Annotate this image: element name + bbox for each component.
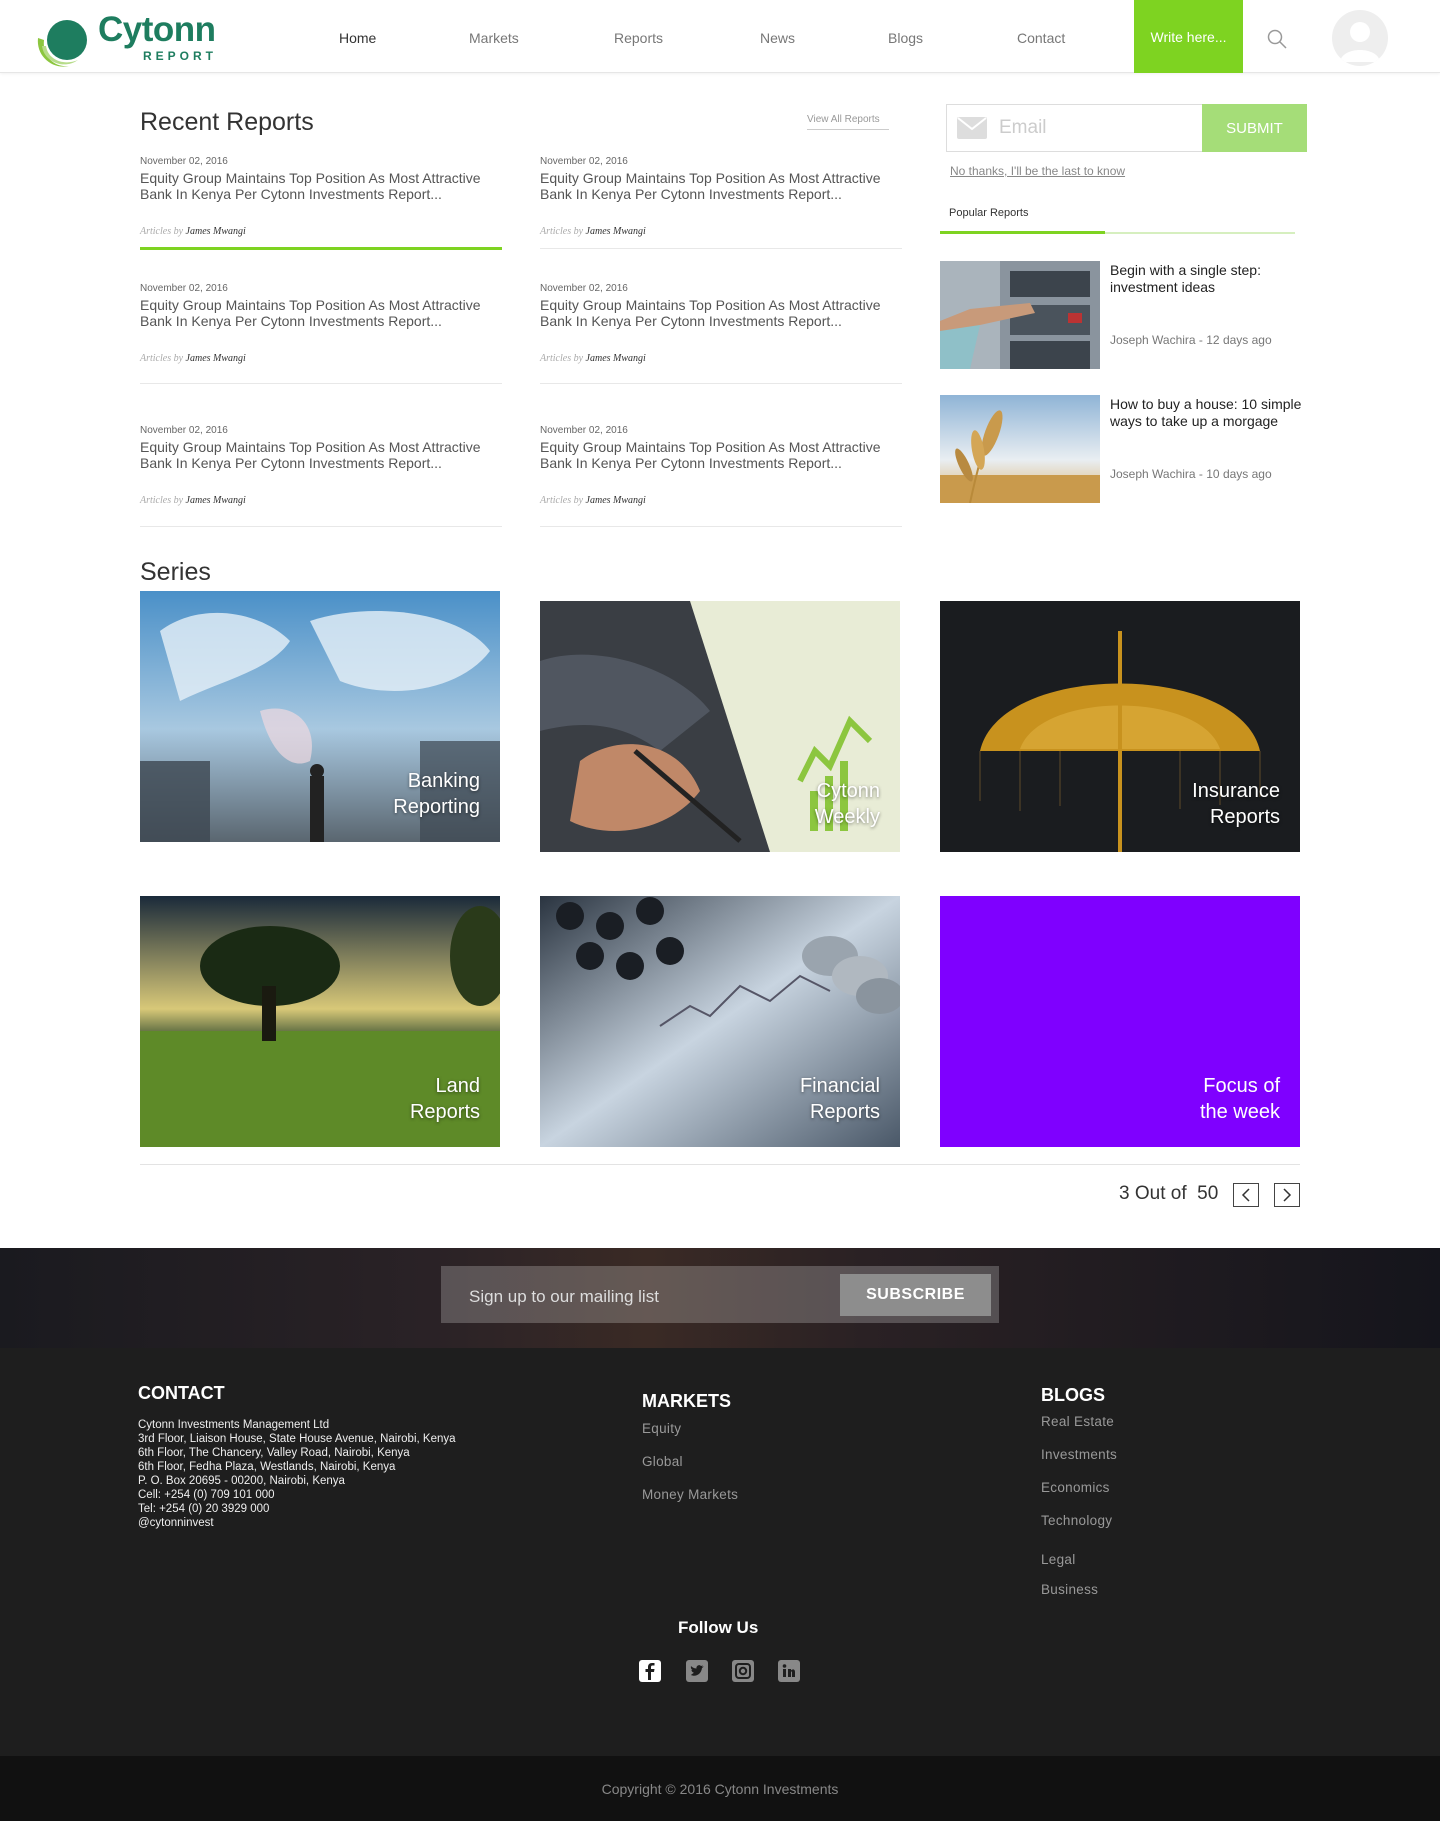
view-all-reports-link[interactable]: View All Reports [807,114,889,130]
recent-reports-heading: Recent Reports [140,108,314,136]
chevron-left-icon [1241,1188,1250,1202]
mail-icon [957,117,987,139]
next-page-button[interactable] [1274,1183,1300,1207]
report-author: Articles by James Mwangi [540,353,646,364]
footer-link-real-estate[interactable]: Real Estate [1041,1414,1114,1429]
report-item[interactable]: November 02, 2016 Equity Group Maintains… [540,283,902,384]
tile-caption: Focus of the week [1199,1075,1280,1123]
nav-reports[interactable]: Reports [614,30,663,46]
report-author: Articles by James Mwangi [140,495,246,506]
report-author: Articles by James Mwangi [140,226,246,237]
report-date: November 02, 2016 [540,425,628,436]
popular-title[interactable]: Begin with a single step: investment ide… [1110,262,1305,296]
divider [140,526,502,527]
popular-thumbnail-laundry[interactable] [940,261,1100,369]
popular-meta: Joseph Wachira - 12 days ago [1110,333,1272,347]
submit-button[interactable]: SUBMIT [1202,104,1307,152]
report-date: November 02, 2016 [540,156,628,167]
divider [140,1164,1300,1165]
nav-contact[interactable]: Contact [1017,30,1065,46]
follow-us-heading: Follow Us [678,1618,759,1637]
series-tile-focus[interactable]: Focus of the week [940,896,1300,1147]
logo-icon[interactable] [34,16,92,72]
tab-active-underline [940,231,1105,234]
footer-link-investments[interactable]: Investments [1041,1447,1117,1462]
report-title[interactable]: Equity Group Maintains Top Position As M… [140,439,502,471]
search-icon[interactable] [1266,28,1288,50]
prev-page-button[interactable] [1233,1183,1259,1207]
active-indicator [140,247,502,250]
popular-reports-tab[interactable]: Popular Reports [949,207,1029,219]
footer-link-legal[interactable]: Legal [1041,1552,1076,1567]
logo-subtitle: REPORT [143,49,218,63]
blogs-heading: BLOGS [1041,1385,1106,1405]
report-title[interactable]: Equity Group Maintains Top Position As M… [140,170,502,202]
write-button[interactable]: Write here... [1134,0,1243,73]
report-item[interactable]: November 02, 2016 Equity Group Maintains… [140,425,502,527]
divider [540,526,902,527]
facebook-icon[interactable] [639,1660,661,1682]
popular-title[interactable]: How to buy a house: 10 simple ways to ta… [1110,396,1305,430]
contact-details: Cytonn Investments Management Ltd 3rd Fl… [138,1419,456,1529]
nav-news[interactable]: News [760,30,795,46]
popular-meta: Joseph Wachira - 10 days ago [1110,467,1272,481]
email-input[interactable] [999,115,1199,141]
avatar[interactable] [1332,10,1388,66]
tile-caption: Banking Reporting [393,770,480,818]
divider [540,383,902,384]
nav-markets[interactable]: Markets [469,30,519,46]
report-item[interactable]: November 02, 2016 Equity Group Maintains… [540,156,902,249]
series-tile-banking[interactable]: Banking Reporting [140,591,500,842]
series-tile-land[interactable]: Land Reports [140,896,500,1147]
report-title[interactable]: Equity Group Maintains Top Position As M… [140,297,502,329]
chevron-right-icon [1283,1188,1292,1202]
nav-home[interactable]: Home [339,30,376,46]
copyright-text: Copyright © 2016 Cytonn Investments [601,1781,839,1797]
no-thanks-link[interactable]: No thanks, I'll be the last to know [950,164,1125,178]
divider [140,383,502,384]
instagram-icon[interactable] [732,1660,754,1682]
report-author: Articles by James Mwangi [540,226,646,237]
nav-blogs[interactable]: Blogs [888,30,923,46]
report-item[interactable]: November 02, 2016 Equity Group Maintains… [140,156,502,250]
report-title[interactable]: Equity Group Maintains Top Position As M… [540,439,902,471]
report-item[interactable]: November 02, 2016 Equity Group Maintains… [540,425,902,527]
footer-link-money-markets[interactable]: Money Markets [642,1487,738,1502]
series-tile-weekly[interactable]: Cytonn Weekly [540,601,900,852]
contact-heading: CONTACT [138,1383,225,1403]
report-title[interactable]: Equity Group Maintains Top Position As M… [540,297,902,329]
tile-caption: Land Reports [409,1075,480,1123]
footer-link-global[interactable]: Global [642,1454,683,1469]
report-author: Articles by James Mwangi [540,495,646,506]
report-date: November 02, 2016 [140,425,228,436]
tile-caption: Cytonn Weekly [814,780,880,828]
report-date: November 02, 2016 [140,156,228,167]
twitter-icon[interactable] [686,1660,708,1682]
divider [540,248,902,249]
linkedin-icon[interactable] [778,1660,800,1682]
popular-thumbnail-wheat[interactable] [940,395,1100,503]
subscribe-button[interactable]: SUBSCRIBE [840,1274,991,1316]
report-date: November 02, 2016 [140,283,228,294]
subscribe-input[interactable]: Sign up to our mailing list [469,1287,659,1307]
report-date: November 02, 2016 [540,283,628,294]
footer-link-technology[interactable]: Technology [1041,1513,1112,1528]
tile-caption: Insurance Reports [1192,780,1280,828]
series-heading: Series [140,558,211,586]
report-author: Articles by James Mwangi [140,353,246,364]
pagination-status: 3 Out of 50 [1119,1183,1219,1204]
series-tile-insurance[interactable]: Insurance Reports [940,601,1300,852]
footer-link-economics[interactable]: Economics [1041,1480,1110,1495]
series-tile-financial[interactable]: Financial Reports [540,896,900,1147]
site-header: Cytonn REPORT Home Markets Reports News … [0,0,1440,73]
tile-caption: Financial Reports [799,1075,880,1123]
footer-link-business[interactable]: Business [1041,1582,1098,1597]
markets-heading: MARKETS [642,1391,731,1411]
logo-title[interactable]: Cytonn [98,12,216,47]
report-title[interactable]: Equity Group Maintains Top Position As M… [540,170,902,202]
footer-link-equity[interactable]: Equity [642,1421,681,1436]
report-item[interactable]: November 02, 2016 Equity Group Maintains… [140,283,502,384]
